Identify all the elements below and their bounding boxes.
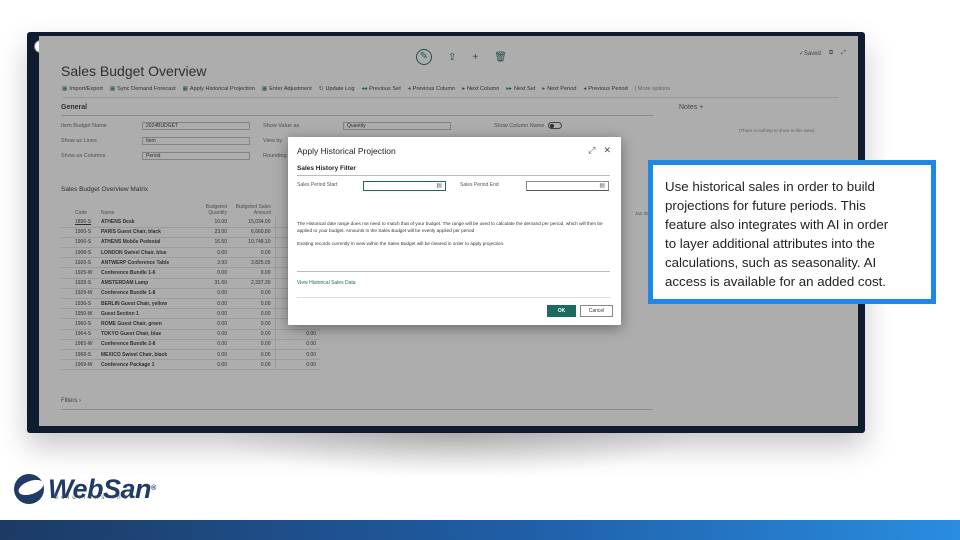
section-divider — [297, 175, 610, 176]
cancel-button[interactable]: Cancel — [580, 305, 613, 317]
calendar-icon[interactable]: ▤ — [599, 183, 605, 189]
dialog-description: The Historical date range does not need … — [297, 221, 603, 233]
callout-line: feature also integrates with AI in order — [665, 217, 889, 232]
callout-line: calculations, such as seasonality. AI — [665, 255, 877, 270]
feature-callout: Use historical sales in order to build p… — [648, 160, 936, 304]
sales-period-end-label: Sales Period End — [460, 182, 499, 188]
callout-line: projections for future periods. This — [665, 198, 866, 213]
frame-shadow — [190, 432, 720, 482]
expand-icon[interactable]: ⤢ — [588, 145, 595, 156]
dialog-warning: Existing records currently in view withi… — [297, 241, 505, 246]
dialog-section-heading: Sales History Filter — [297, 165, 356, 172]
websan-logo-icon — [14, 474, 44, 504]
footer-bar — [0, 520, 960, 540]
apply-historical-projection-dialog: Apply Historical Projection ⤢ ✕ Sales Hi… — [288, 137, 621, 325]
sales-period-end-input[interactable]: ▤ — [526, 181, 609, 191]
view-historical-sales-link[interactable]: View Historical Sales Data — [297, 280, 356, 286]
footer-divider — [297, 297, 610, 298]
callout-line: to layer additional attributes into the — [665, 236, 875, 251]
callout-line: access is available for an added cost. — [665, 274, 887, 289]
ok-button[interactable]: OK — [547, 305, 576, 317]
websan-logo: WebSan® Solutions Inc. — [14, 474, 156, 504]
callout-line: Use historical sales in order to build — [665, 179, 875, 194]
dialog-title: Apply Historical Projection — [297, 146, 396, 156]
dialog-controls: ⤢ ✕ — [588, 145, 611, 156]
close-icon[interactable]: ✕ — [603, 145, 611, 156]
sales-period-start-input[interactable]: ▤ — [363, 181, 446, 191]
logo-subtitle: Solutions Inc. — [54, 495, 135, 501]
calendar-icon[interactable]: ▤ — [436, 183, 442, 189]
sales-period-start-label: Sales Period Start — [297, 182, 338, 188]
dialog-divider — [297, 271, 610, 272]
